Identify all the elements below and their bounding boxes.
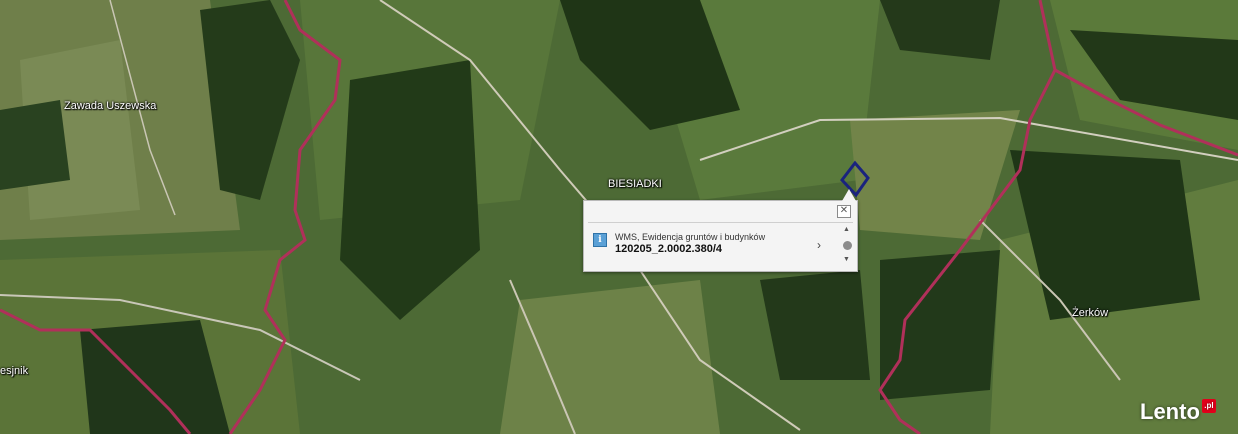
place-label-biesiadki: BIESIADKI xyxy=(608,178,662,190)
watermark-brand: Lento xyxy=(1140,399,1200,424)
layer-name: WMS, Ewidencja gruntów i budynków xyxy=(615,232,766,242)
popup-pointer xyxy=(842,189,856,201)
place-label-edge: esjnik xyxy=(0,365,29,377)
feature-info-popup[interactable]: ✕ i WMS, Ewidencja gruntów i budynków 12… xyxy=(583,189,858,272)
watermark-logo: Lento .pl xyxy=(1140,399,1216,425)
watermark-tld: .pl xyxy=(1201,399,1216,413)
map-view[interactable]: Zawada Uszewska BIESIADKI Żerków esjnik … xyxy=(0,0,1238,434)
chevron-right-icon[interactable]: › xyxy=(817,238,821,252)
info-icon: i xyxy=(593,233,607,247)
close-icon[interactable]: ✕ xyxy=(837,205,851,218)
scroll-position-indicator xyxy=(843,241,852,250)
triangle-down-icon[interactable]: ▼ xyxy=(843,256,850,263)
popup-divider xyxy=(588,222,853,223)
place-label-zawada-uszewska: Zawada Uszewska xyxy=(64,100,157,112)
triangle-up-icon[interactable]: ▲ xyxy=(843,226,850,233)
place-label-zerkow: Żerków xyxy=(1072,307,1109,319)
parcel-id: 120205_2.0002.380/4 xyxy=(615,243,723,255)
